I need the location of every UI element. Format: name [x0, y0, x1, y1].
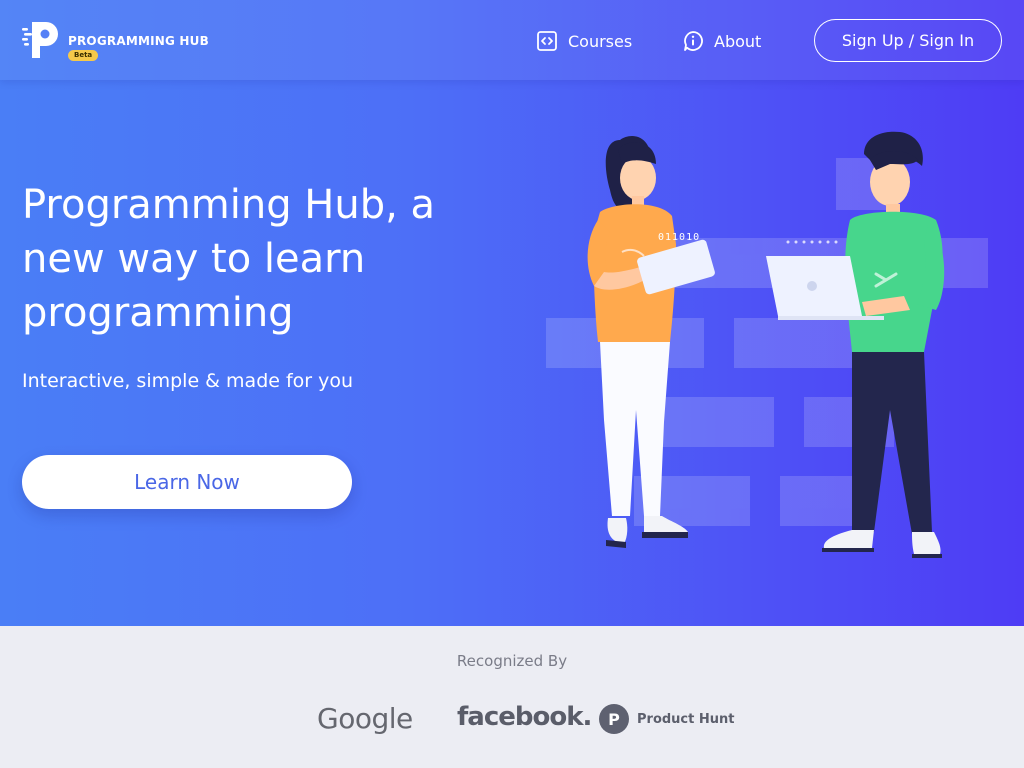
info-icon — [684, 31, 703, 51]
top-navbar: PROGRAMMING HUB Beta Courses About Sign … — [0, 0, 1024, 80]
recognized-by-section: Recognized By Google facebook. P Product… — [0, 626, 1024, 768]
recognized-by-title: Recognized By — [456, 652, 568, 670]
nav-courses[interactable]: Courses — [536, 29, 632, 53]
nav-about[interactable]: About — [682, 29, 761, 53]
product-hunt-icon: P — [599, 704, 629, 734]
logo-text: PROGRAMMING HUB — [68, 34, 209, 48]
product-hunt-logo: P Product Hunt — [599, 704, 734, 734]
product-hunt-label: Product Hunt — [637, 711, 735, 727]
facebook-logo: facebook. — [457, 702, 592, 732]
p-logo-icon — [22, 22, 58, 58]
sign-up-sign-in-button[interactable]: Sign Up / Sign In — [814, 19, 1002, 62]
logo[interactable]: PROGRAMMING HUB Beta — [22, 20, 222, 61]
google-logo: Google — [317, 702, 413, 735]
learn-now-button[interactable]: Learn Now — [22, 455, 352, 509]
beta-badge: Beta — [68, 50, 99, 61]
hero-illustration: 011010 — [546, 131, 988, 558]
nav-courses-label: Courses — [568, 31, 633, 51]
nav-about-label: About — [714, 31, 762, 51]
binary-text: 011010 — [658, 232, 700, 243]
hero-headline: Programming Hub, a new way to learn prog… — [22, 182, 436, 336]
hero-subheadline: Interactive, simple & made for you — [22, 370, 354, 392]
code-icon — [537, 31, 557, 51]
hero-section: PROGRAMMING HUB Beta Courses About Sign … — [0, 0, 1024, 626]
